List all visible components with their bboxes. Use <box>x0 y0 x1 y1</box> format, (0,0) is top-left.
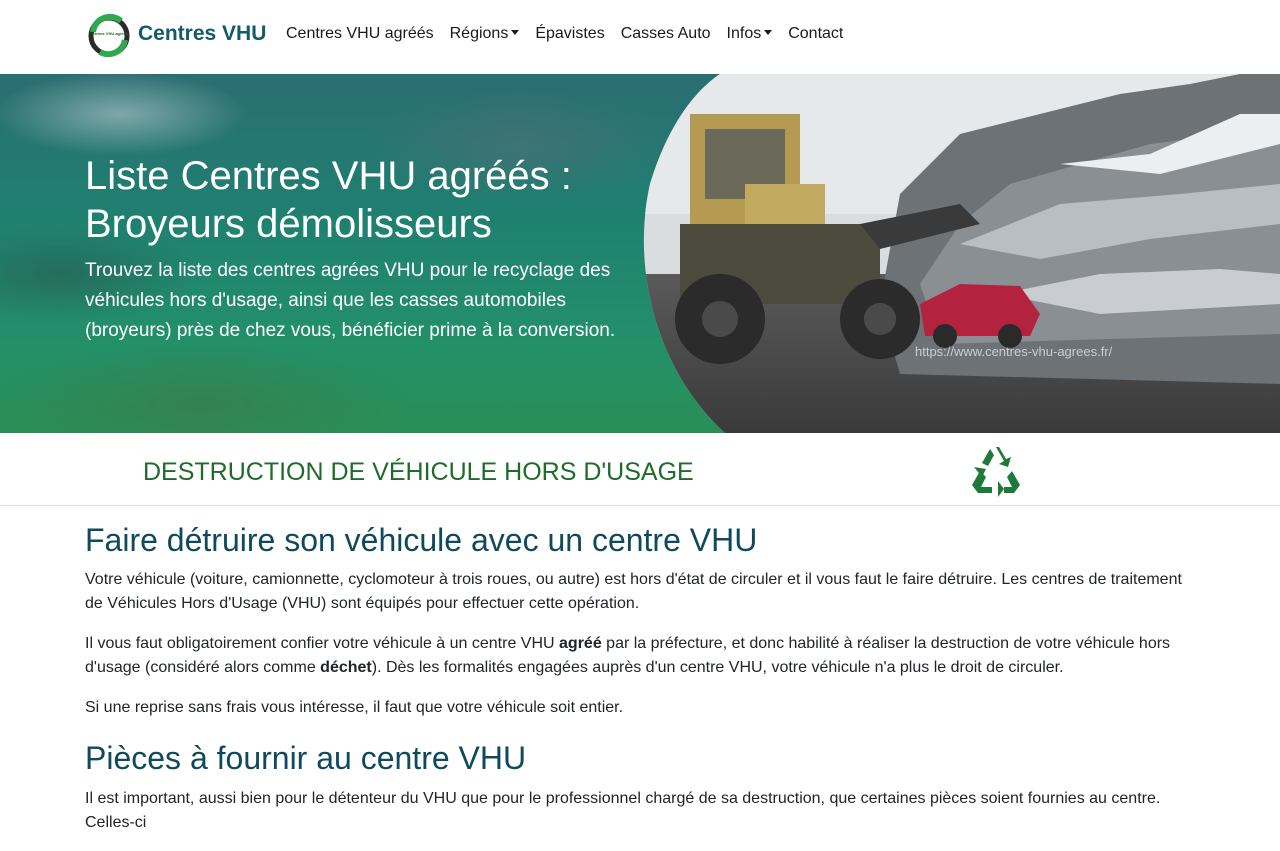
nav-label: Infos <box>726 25 762 42</box>
caret-down-icon <box>511 30 520 35</box>
nav-casses-auto[interactable]: Casses Auto <box>621 25 711 43</box>
section-heading: Pièces à fournir au centre VHU <box>85 740 527 776</box>
nav-label: Épavistes <box>535 25 605 42</box>
nav-label: Casses Auto <box>620 25 711 42</box>
nav-label: Contact <box>788 25 844 42</box>
main-content: Faire détruire son véhicule avec un cent… <box>85 506 1195 851</box>
image-watermark: https://www.centres-vhu-agrees.fr/ <box>915 344 1113 359</box>
bold-text: déchet <box>320 659 372 676</box>
bold-text: agréé <box>559 635 602 652</box>
brand-name[interactable]: Centres VHU <box>138 22 266 46</box>
hero-title-line1: Liste Centres VHU agréés : <box>85 154 572 198</box>
hero-title: Liste Centres VHU agréés : Broyeurs démo… <box>85 152 645 248</box>
section-heading: Faire détruire son véhicule avec un cent… <box>85 522 758 558</box>
hero-title-line2: Broyeurs démolisseurs <box>85 202 492 246</box>
banner-title: DESTRUCTION DE VÉHICULE HORS D'USAGE <box>143 458 694 486</box>
paragraph: Si une reprise sans frais vous intéresse… <box>85 699 624 716</box>
logo-text: Centres VHU agréés <box>90 31 129 36</box>
main-nav: Centres VHU agréés Régions Épavistes Cas… <box>286 25 859 43</box>
nav-label: Centres VHU agréés <box>286 25 434 42</box>
nav-contact[interactable]: Contact <box>788 25 843 43</box>
text-run: ). Dès les formalités engagées auprès d'… <box>371 659 1064 676</box>
navbar: Centres VHU agréés Centres VHU Centres V… <box>0 0 1280 74</box>
caret-down-icon <box>764 30 773 35</box>
paragraph: Il vous faut obligatoirement confier vot… <box>85 632 1195 680</box>
text-run: Il vous faut obligatoirement confier vot… <box>85 635 560 652</box>
recycle-icon <box>972 447 1020 497</box>
nav-label: Régions <box>449 25 509 42</box>
nav-infos-dropdown[interactable]: Infos <box>727 25 773 43</box>
hero-subtitle: Trouvez la liste des centres agrées VHU … <box>85 260 616 341</box>
hero-scrapyard-image <box>643 74 1280 433</box>
logo-icon[interactable]: Centres VHU agréés <box>88 12 130 60</box>
section-banner: DESTRUCTION DE VÉHICULE HORS D'USAGE <box>0 433 1280 506</box>
paragraph: Il est important, aussi bien pour le dét… <box>85 790 1161 831</box>
nav-regions-dropdown[interactable]: Régions <box>450 25 520 43</box>
paragraph: Votre véhicule (voiture, camionnette, cy… <box>85 571 1182 612</box>
hero-section: Liste Centres VHU agréés : Broyeurs démo… <box>0 74 1280 433</box>
nav-epavistes[interactable]: Épavistes <box>535 25 604 43</box>
nav-centres-vhu[interactable]: Centres VHU agréés <box>286 25 434 43</box>
